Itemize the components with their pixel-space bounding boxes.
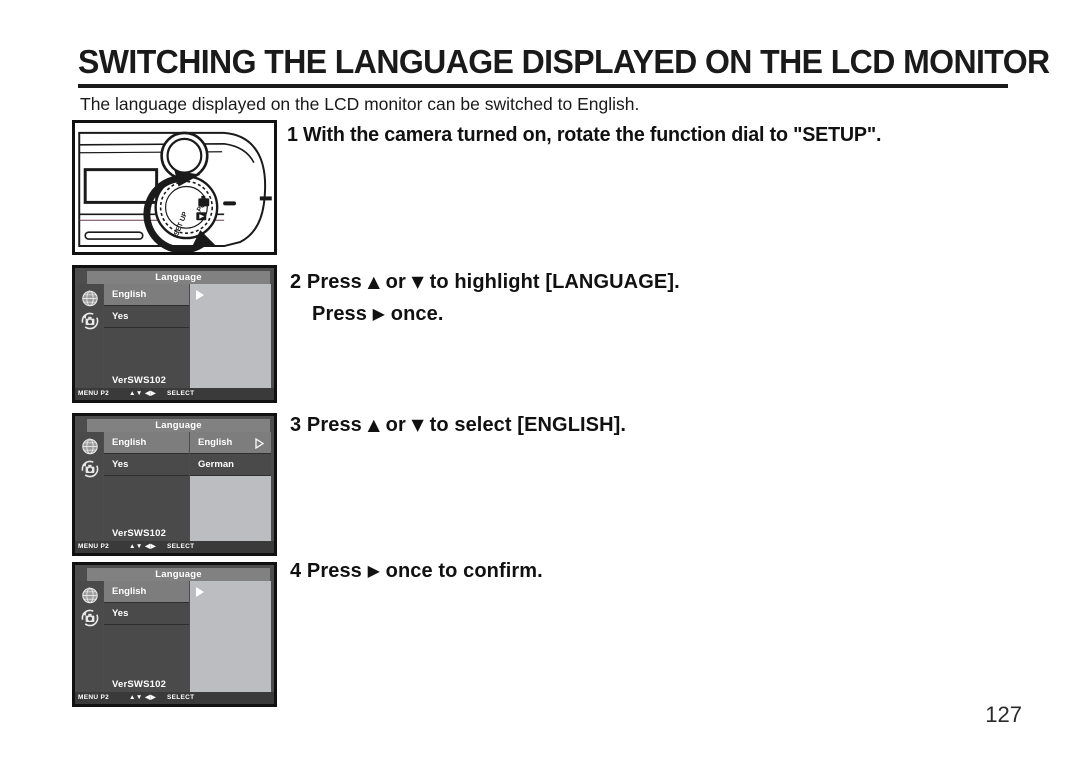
- lcd-submenu-item-english[interactable]: English: [190, 432, 271, 454]
- step-3-or-label: or: [385, 414, 406, 436]
- status-menu-label-1: MENU P2: [78, 390, 109, 397]
- step-4-number: 4: [290, 560, 302, 582]
- step-2-instruction: 2 Press ▲ or ▼ to highlight [LANGUAGE]. …: [290, 266, 680, 330]
- status-arrows-3: ▲▼ ◀▶: [129, 694, 157, 701]
- lcd-screen-figure-3: Language English Yes VerSWS102 MENU P2 ▲…: [72, 562, 277, 707]
- camera-illustration-figure: SET UP PC: [72, 120, 277, 255]
- step-3-press-label: Press: [306, 414, 362, 436]
- lcd-version-label-1: VerSWS102: [112, 375, 167, 386]
- globe-language-icon: [80, 288, 100, 308]
- step-4-instruction: 4 Press ▶ once to confirm.: [290, 560, 543, 583]
- lcd-status-bar-2: MENU P2 ▲▼ ◀▶ SELECT: [75, 541, 274, 553]
- status-menu-label-2: MENU P2: [78, 543, 109, 550]
- camera-reset-icon: [80, 608, 100, 628]
- lcd-menu-item-language[interactable]: English: [104, 581, 189, 603]
- step-1-number: 1: [287, 123, 298, 146]
- lcd-menu-list-3: English Yes VerSWS102: [104, 581, 189, 692]
- lcd-right-pane-1: [190, 284, 271, 388]
- lcd-title-2: Language: [87, 419, 270, 432]
- right-arrow-icon: ▶: [367, 561, 380, 580]
- title-underline-rule: [78, 84, 1008, 88]
- lcd-monitor-2: Language English Yes VerSWS102 English G…: [75, 416, 274, 553]
- step-4-confirm-text: once to confirm.: [385, 560, 543, 582]
- step-2-press-label: Press: [306, 271, 362, 293]
- status-select-label-2: SELECT: [167, 543, 195, 550]
- lcd-status-bar-1: MENU P2 ▲▼ ◀▶ SELECT: [75, 388, 274, 400]
- lcd-menu-item-language[interactable]: English: [104, 284, 189, 306]
- lcd-menu-item-yes[interactable]: Yes: [104, 603, 189, 625]
- right-cursor-outline-triangle-icon: [255, 438, 264, 449]
- step-4-press-label: Press: [306, 560, 362, 582]
- page-number: 127: [985, 702, 1022, 727]
- dial-playback-icon: [196, 212, 207, 221]
- lcd-right-pane-2: English German: [190, 432, 271, 541]
- step-3-number: 3: [290, 414, 302, 436]
- step-2-line-2: Press ▶ once.: [290, 298, 680, 330]
- right-cursor-triangle-icon: [196, 290, 204, 300]
- lcd-menu-list-2: English Yes VerSWS102: [104, 432, 189, 541]
- lcd-menu-list-1: English Yes VerSWS102: [104, 284, 189, 388]
- intro-paragraph: The language displayed on the LCD monito…: [80, 94, 640, 114]
- globe-language-icon: [80, 585, 100, 605]
- lcd-screen-figure-2: Language English Yes VerSWS102 English G…: [72, 413, 277, 556]
- step-1-instruction: 1 With the camera turned on, rotate the …: [287, 123, 881, 147]
- step-2-once-label: once.: [390, 303, 444, 325]
- globe-language-icon: [80, 436, 100, 456]
- step-3-select-text: to select [ENGLISH].: [429, 414, 627, 436]
- right-cursor-triangle-icon: [196, 587, 204, 597]
- status-arrows-1: ▲▼ ◀▶: [129, 390, 157, 397]
- step-2-press-label-2: Press: [312, 303, 367, 325]
- page-title: SWITCHING THE LANGUAGE DISPLAYED ON THE …: [78, 43, 1050, 80]
- lcd-version-label-2: VerSWS102: [112, 528, 167, 539]
- lcd-menu-item-yes[interactable]: Yes: [104, 306, 189, 328]
- lcd-status-bar-3: MENU P2 ▲▼ ◀▶ SELECT: [75, 692, 274, 704]
- status-menu-label-3: MENU P2: [78, 694, 109, 701]
- lcd-submenu-label-english: English: [198, 437, 233, 448]
- lcd-menu-item-language[interactable]: English: [104, 432, 189, 454]
- lcd-monitor-3: Language English Yes VerSWS102 MENU P2 ▲…: [75, 565, 274, 704]
- lcd-right-pane-3: [190, 581, 271, 692]
- lcd-version-label-3: VerSWS102: [112, 679, 167, 690]
- status-select-label-3: SELECT: [167, 694, 195, 701]
- status-arrows-2: ▲▼ ◀▶: [129, 543, 157, 550]
- step-3-instruction: 3 Press ▲ or ▼ to select [ENGLISH].: [290, 414, 626, 437]
- lcd-submenu-item-german[interactable]: German: [190, 454, 271, 476]
- up-arrow-icon: ▲: [367, 415, 380, 434]
- step-2-highlight-text: to highlight [LANGUAGE].: [429, 271, 680, 293]
- right-arrow-icon: ▶: [372, 304, 386, 323]
- lcd-title-1: Language: [87, 271, 270, 284]
- lcd-screen-figure-1: Language English Yes VerSWS102 MENU P2 ▲…: [72, 265, 277, 403]
- lcd-icon-column-2: [77, 432, 103, 541]
- step-2-number: 2: [290, 271, 302, 293]
- step-2-or-label: or: [385, 271, 406, 293]
- camera-top-view-icon: SET UP PC: [75, 123, 274, 252]
- lcd-icon-column-3: [77, 581, 103, 692]
- down-arrow-icon: ▼: [411, 272, 424, 291]
- lcd-menu-item-yes[interactable]: Yes: [104, 454, 189, 476]
- lcd-icon-column-1: [77, 284, 103, 388]
- lcd-monitor-1: Language English Yes VerSWS102 MENU P2 ▲…: [75, 268, 274, 400]
- step-1-text: With the camera turned on, rotate the fu…: [303, 123, 882, 146]
- camera-reset-icon: [80, 311, 100, 331]
- status-select-label-1: SELECT: [167, 390, 195, 397]
- lcd-title-3: Language: [87, 568, 270, 581]
- camera-reset-icon: [80, 459, 100, 479]
- down-arrow-icon: ▼: [411, 415, 424, 434]
- up-arrow-icon: ▲: [367, 272, 380, 291]
